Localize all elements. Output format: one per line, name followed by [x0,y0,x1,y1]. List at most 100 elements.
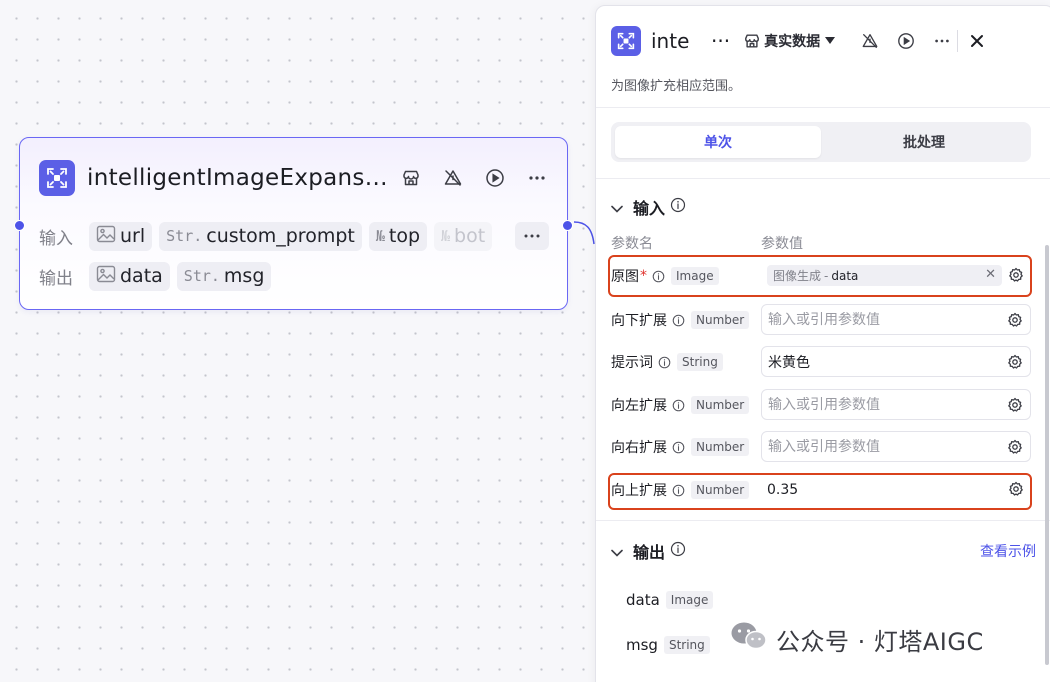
output-name: msg [626,636,658,654]
param-row-expand-right: 向右扩展 Number [611,431,1031,463]
inputs-label: 输入 [39,228,73,249]
info-icon[interactable] [658,356,671,369]
caret-down-icon [825,33,836,49]
image-type-icon [96,265,116,288]
param-row-expand-left: 向左扩展 Number [611,389,1031,421]
remove-reference-icon[interactable]: ✕ [985,267,996,282]
input-chip-custom-prompt: Str. custom_prompt [159,221,362,251]
store-icon[interactable] [744,33,760,49]
output-name: data [626,591,660,609]
type-tag: Image [665,591,714,609]
number-type-icon: № [441,227,451,245]
gear-icon[interactable] [1007,439,1023,459]
node-description: 为图像扩充相应范围。 [611,79,742,94]
outputs-label: 输出 [39,268,73,289]
expand-left-input[interactable] [768,396,1004,413]
node-header: intelligentImageExpans… [39,159,551,197]
expand-up-input[interactable] [767,481,1005,498]
gear-icon[interactable] [1008,267,1024,287]
view-example-link[interactable]: 查看示例 [980,541,1036,561]
divider [596,107,1050,108]
panel-title: inte [651,29,690,53]
debug-off-icon[interactable] [861,32,879,50]
number-type-icon: № [375,227,385,245]
param-value-field[interactable] [761,474,1031,505]
type-tag: Number [691,438,750,456]
param-label: 向下扩展 [611,313,667,329]
more-icon[interactable] [933,32,951,50]
watermark-text: 公众号 · 灯塔AIGC [776,627,984,656]
output-section-header[interactable]: 输出 查看示例 [611,539,1036,563]
param-value-field[interactable] [761,304,1031,335]
gear-icon[interactable] [1007,397,1023,417]
param-row-prompt: 提示词 String [611,346,1031,378]
gear-icon[interactable] [1008,481,1024,501]
output-chip-msg: Str. msg [176,261,272,291]
type-tag: Image [671,267,719,285]
close-icon[interactable] [970,34,984,48]
output-chip-data: data [89,261,170,291]
info-icon[interactable] [670,541,686,561]
node-outputs-row: 输出 data Str. msg [39,261,278,291]
param-value-field[interactable] [761,389,1031,420]
variable-reference-tag[interactable]: 图像生成 - data ✕ [767,265,1002,286]
run-icon[interactable] [897,32,915,50]
chevron-down-icon[interactable] [611,198,623,217]
tab-batch[interactable]: 批处理 [821,126,1027,158]
string-type-icon: Str. [166,227,203,245]
param-value-field[interactable] [761,431,1031,462]
output-section-title: 输出 [633,543,666,562]
param-label: 原图 [611,269,639,285]
info-icon[interactable] [672,484,685,497]
output-row-data: data Image [626,588,714,612]
image-expand-icon [39,160,75,196]
node-inputs-row: 输入 url Str. custom_prompt № top № bot [39,221,514,251]
node-input-port[interactable] [14,220,25,231]
panel-scrollbar[interactable] [1045,245,1049,665]
prompt-input[interactable] [768,353,1004,370]
type-tag: Number [691,311,750,329]
data-mode-dropdown[interactable]: 真实数据 [764,31,836,51]
param-label: 向右扩展 [611,440,667,456]
debug-off-icon[interactable] [439,164,467,192]
param-value-field[interactable] [761,346,1031,377]
run-mode-tabs: 单次 批处理 [611,122,1031,162]
param-row-source-image: 原图 * Image 图像生成 - data ✕ [611,260,1031,292]
string-type-icon: Str. [183,267,220,285]
info-icon[interactable] [670,197,686,217]
param-value-field[interactable]: 图像生成 - data ✕ [761,260,1031,291]
chevron-down-icon[interactable] [611,542,623,561]
param-row-expand-up: 向上扩展 Number [611,474,1031,506]
input-section-title: 输入 [633,199,666,218]
expand-down-input[interactable] [768,311,1004,328]
title-ellipsis: ··· [711,29,731,53]
info-icon[interactable] [652,270,665,283]
tab-single[interactable]: 单次 [615,126,821,158]
run-icon[interactable] [481,164,509,192]
header-divider [957,30,959,52]
info-icon[interactable] [672,441,685,454]
edge-connector [573,221,595,245]
canvas-node[interactable]: intelligentImageExpans… 输入 url Str. cust… [14,137,573,310]
more-icon[interactable] [523,164,551,192]
input-chip-url: url [89,221,153,251]
type-tag: Number [691,481,750,499]
input-section-header[interactable]: 输入 [611,195,686,219]
expand-right-input[interactable] [768,438,1004,455]
param-label: 向上扩展 [611,483,667,499]
gear-icon[interactable] [1007,312,1023,332]
wechat-icon [730,620,768,658]
store-icon[interactable] [397,164,425,192]
input-chip-top: № top [368,221,428,251]
info-icon[interactable] [672,314,685,327]
type-tag: String [663,636,710,654]
info-icon[interactable] [672,399,685,412]
panel-header: inte ··· 真实数据 [611,23,1050,59]
gear-icon[interactable] [1007,354,1023,374]
type-tag: String [677,353,723,371]
image-type-icon [96,225,116,248]
more-params-button[interactable] [515,222,549,250]
image-expand-icon [611,26,641,56]
divider [596,520,1050,521]
type-tag: Number [691,396,750,414]
